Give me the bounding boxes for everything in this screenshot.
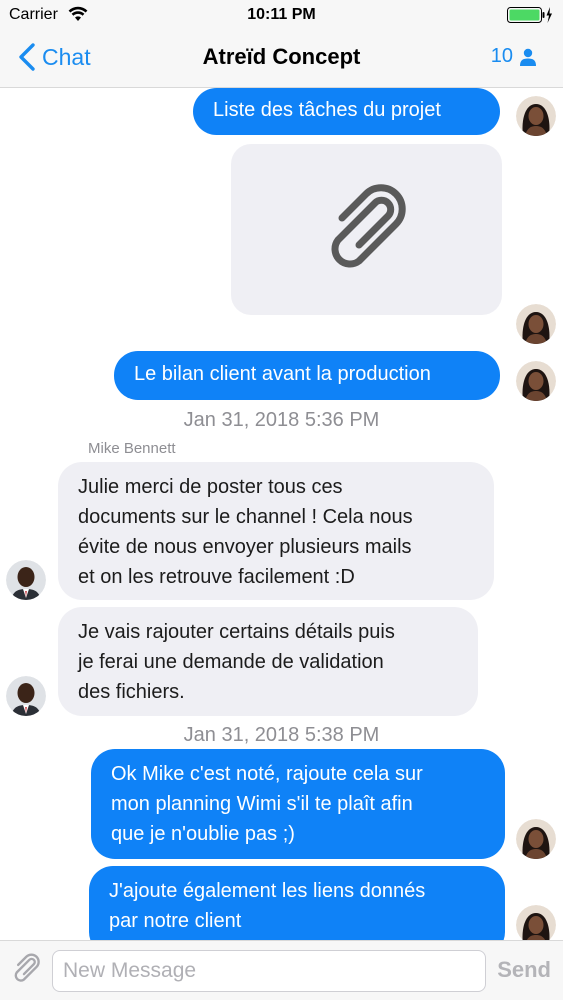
message-text: Le bilan client avant la production [134,363,431,385]
avatar-julie [516,819,556,859]
message-input[interactable] [52,950,486,992]
avatar-julie [516,361,556,401]
incoming-message-bubble[interactable]: Je vais rajouter certains détails puis j… [58,607,478,716]
avatar-mike [6,560,46,600]
paperclip-icon [331,184,406,268]
message-text: Je vais rajouter certains détails puis j… [78,621,395,703]
user-icon [520,48,536,66]
member-count: 10 [490,45,513,67]
avatar-julie [516,905,556,940]
message-text: Liste des tâches du projet [213,99,441,121]
members-button[interactable]: 10 [491,45,537,68]
conversation-title: Atreïd Concept [202,44,361,69]
paperclip-icon[interactable] [10,953,44,987]
outgoing-message-bubble[interactable]: J'ajoute également les liens donnés par … [89,866,505,940]
outgoing-message-bubble[interactable]: Le bilan client avant la production [114,351,500,400]
status-bar: Carrier 10:11 PM [0,0,563,30]
message-text: J'ajoute également les liens donnés par … [109,880,426,932]
navigation-bar: Chat Atreïd Concept 10 [0,30,563,88]
avatar-julie [516,96,556,136]
battery-charging-icon [507,6,553,29]
outgoing-message-bubble[interactable]: Liste des tâches du projet [193,88,500,135]
message-text: Julie merci de poster tous ces documents… [78,476,413,588]
timestamp: Jan 31, 2018 5:38 PM [183,724,380,746]
send-button[interactable]: Send [497,957,551,983]
attachment-bubble[interactable] [231,144,502,315]
clock: 10:11 PM [247,6,316,23]
outgoing-message-bubble[interactable]: Ok Mike c'est noté, rajoute cela sur mon… [91,749,505,859]
composer-bar: Send [0,940,563,1000]
chat-screen: Carrier 10:11 PM Chat Atreïd Concept 10 … [0,0,563,1000]
avatar-julie [516,304,556,344]
sender-name: Mike Bennett [88,440,176,457]
timestamp: Jan 31, 2018 5:36 PM [183,409,380,431]
message-text: Ok Mike c'est noté, rajoute cela sur mon… [111,763,423,845]
incoming-message-bubble[interactable]: Julie merci de poster tous ces documents… [58,462,494,600]
message-list[interactable]: Liste des tâches du projet Le bilan clie… [0,88,563,940]
avatar-mike [6,676,46,716]
